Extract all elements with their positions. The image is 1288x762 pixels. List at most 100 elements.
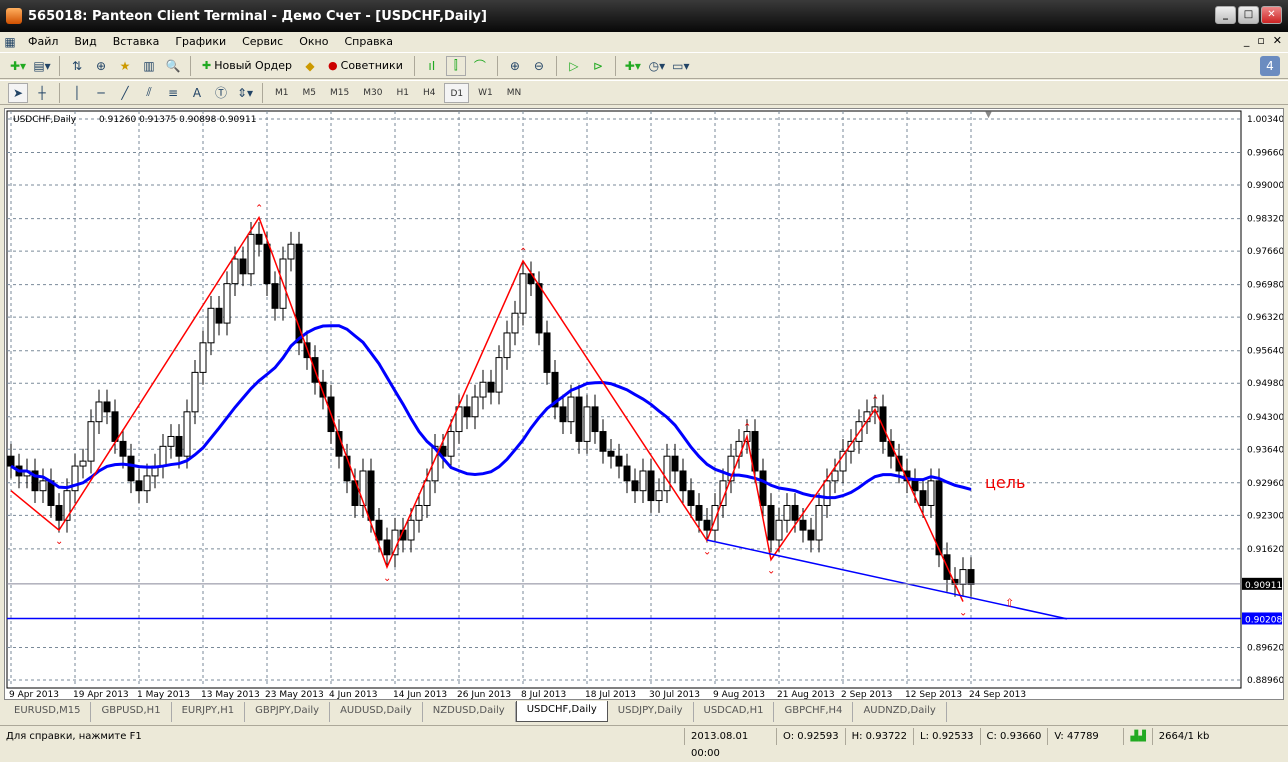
- candle-body: [511, 312, 519, 334]
- candle-body: [967, 569, 975, 585]
- trendline-icon[interactable]: ╱: [115, 83, 135, 103]
- chart-tab[interactable]: NZDUSD,Daily: [423, 702, 516, 722]
- fractal-down-arrow: ⌄: [959, 608, 967, 619]
- navigator-icon[interactable]: ★: [115, 56, 135, 76]
- candle-body: [103, 401, 111, 413]
- fibonacci-icon[interactable]: ≡: [163, 83, 183, 103]
- fractal-up-arrow: ⌃: [519, 247, 527, 258]
- text-label-icon[interactable]: Ⓣ: [211, 83, 231, 103]
- candle-body: [207, 307, 215, 344]
- status-bar: Для справки, нажмите F1 2013.08.01 00:00…: [0, 725, 1288, 759]
- candlestick-chart-icon[interactable]: ⫿: [445, 55, 466, 76]
- chart-tab[interactable]: GBPJPY,Daily: [245, 702, 331, 722]
- x-tick-label: 21 Aug 2013: [777, 690, 835, 699]
- horizontal-line-icon[interactable]: ─: [91, 83, 111, 103]
- candle-body: [775, 519, 783, 541]
- candle-body: [679, 470, 687, 492]
- menu-insert[interactable]: Вставка: [105, 35, 168, 48]
- y-tick-label: 0.95640: [1247, 347, 1283, 357]
- chart-tab[interactable]: GBPUSD,H1: [91, 702, 172, 722]
- menu-charts[interactable]: Графики: [167, 35, 234, 48]
- maximize-button[interactable]: □: [1238, 6, 1259, 24]
- candle-body: [231, 258, 239, 285]
- templates-icon[interactable]: ▭▾: [671, 56, 691, 76]
- timeframe-w1[interactable]: W1: [473, 83, 498, 103]
- chart-tab[interactable]: GBPCHF,H4: [774, 702, 854, 722]
- timeframe-m15[interactable]: M15: [325, 83, 354, 103]
- candle-body: [703, 519, 711, 531]
- chart-tab[interactable]: EURJPY,H1: [172, 702, 246, 722]
- menu-help[interactable]: Справка: [336, 35, 400, 48]
- candle-body: [735, 440, 743, 457]
- chart-tab[interactable]: USDCHF,Daily: [515, 701, 608, 722]
- profiles-icon[interactable]: ▤▾: [32, 56, 52, 76]
- timeframe-m5[interactable]: M5: [298, 83, 322, 103]
- mdi-restore-icon[interactable]: ▫: [1257, 34, 1264, 47]
- menu-view[interactable]: Вид: [66, 35, 104, 48]
- text-icon[interactable]: A: [187, 83, 207, 103]
- new-order-button[interactable]: ✚ Новый Ордер: [198, 56, 296, 76]
- candle-body: [391, 529, 399, 556]
- new-chart-icon[interactable]: ✚▾: [8, 56, 28, 76]
- crosshair-icon[interactable]: ┼: [32, 83, 52, 103]
- candle-body: [759, 470, 767, 506]
- cursor-icon[interactable]: ➤: [8, 82, 28, 103]
- minimize-button[interactable]: _: [1215, 6, 1236, 24]
- candle-body: [367, 470, 375, 521]
- terminal-icon[interactable]: ▥: [139, 56, 159, 76]
- periods-icon[interactable]: ◷▾: [647, 56, 667, 76]
- candle-body: [471, 396, 479, 418]
- chart-tab[interactable]: USDCAD,H1: [694, 702, 775, 722]
- candle-body: [879, 406, 887, 442]
- market-watch-icon[interactable]: ⇅: [67, 56, 87, 76]
- chart-shift-icon[interactable]: ⊳: [588, 56, 608, 76]
- chart-window-icon[interactable]: ▦: [0, 32, 20, 52]
- menu-tools[interactable]: Сервис: [234, 35, 291, 48]
- candle-body: [911, 480, 919, 492]
- data-window-icon[interactable]: ⊕: [91, 56, 111, 76]
- candle-body: [111, 411, 119, 442]
- indicators-icon[interactable]: ✚▾: [623, 56, 643, 76]
- strategy-tester-icon[interactable]: 🔍: [163, 56, 183, 76]
- y-tick-label: 0.99660: [1247, 149, 1283, 159]
- line-chart-icon[interactable]: ⌒: [470, 56, 490, 76]
- notification-icon[interactable]: 4: [1260, 55, 1280, 76]
- timeframe-h1[interactable]: H1: [391, 83, 414, 103]
- chart-tab[interactable]: USDJPY,Daily: [608, 702, 694, 722]
- advisors-button[interactable]: ● Советники: [324, 56, 407, 76]
- candle-body: [639, 470, 647, 492]
- price-chart[interactable]: 1.00340 0.99660 0.99000 0.98320 0.97660 0.969…: [5, 109, 1283, 699]
- zoom-out-icon[interactable]: ⊖: [529, 56, 549, 76]
- x-tick-label: 18 Jul 2013: [585, 690, 636, 699]
- auto-scroll-icon[interactable]: ▷: [564, 56, 584, 76]
- bar-chart-icon[interactable]: ıI: [422, 56, 442, 76]
- timeframe-m30[interactable]: M30: [358, 83, 387, 103]
- close-button[interactable]: ✕: [1261, 6, 1282, 24]
- timeframe-m1[interactable]: M1: [270, 83, 294, 103]
- zoom-in-icon[interactable]: ⊕: [505, 56, 525, 76]
- y-tick-label: 0.96980: [1247, 281, 1283, 291]
- vertical-line-icon[interactable]: │: [67, 83, 87, 103]
- chart-tab[interactable]: AUDNZD,Daily: [853, 702, 947, 722]
- equidistant-channel-icon[interactable]: ⫽: [139, 83, 159, 103]
- candle-body: [79, 460, 87, 467]
- menu-file[interactable]: Файл: [20, 35, 66, 48]
- chart-tab[interactable]: EURUSD,M15: [4, 702, 92, 722]
- chart-tab[interactable]: AUDUSD,Daily: [330, 702, 423, 722]
- timeframe-h4[interactable]: H4: [418, 83, 441, 103]
- x-tick-label: 8 Jul 2013: [521, 690, 566, 699]
- candle-body: [559, 406, 567, 423]
- mdi-close-icon[interactable]: ✕: [1273, 34, 1282, 47]
- x-tick-label: 9 Aug 2013: [713, 690, 765, 699]
- candle-body: [423, 480, 431, 506]
- timeframe-mn[interactable]: MN: [502, 83, 527, 103]
- mdi-minimize-icon[interactable]: _: [1244, 34, 1250, 47]
- chart-window[interactable]: 1.00340 0.99660 0.99000 0.98320 0.97660 0.969…: [4, 108, 1284, 700]
- candle-body: [199, 342, 207, 373]
- timeframe-d1[interactable]: D1: [444, 82, 470, 103]
- target-annotation: цель: [985, 473, 1025, 492]
- metaeditor-icon[interactable]: ◆: [300, 56, 320, 76]
- y-tick-label: 0.98320: [1247, 215, 1283, 225]
- menu-window[interactable]: Окно: [291, 35, 336, 48]
- arrows-icon[interactable]: ⇕▾: [235, 83, 255, 103]
